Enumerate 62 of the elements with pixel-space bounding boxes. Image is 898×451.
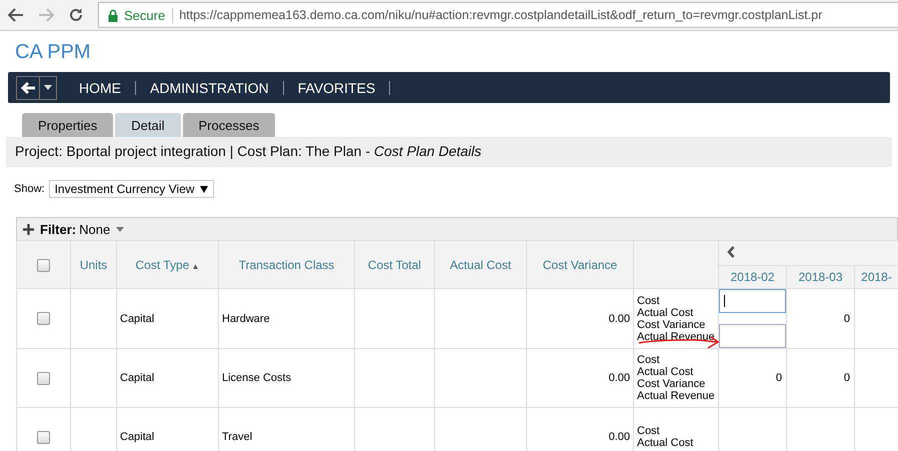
metric-label: Actual Cost (637, 306, 694, 318)
table-cell: 0 (844, 372, 850, 384)
url-text: https://cappmemea163.demo.ca.com/niku/nu#action:revmgr.costplandetailList&odf_return_to=revmgr.costplanList.pr (179, 8, 822, 22)
chevron-left-icon[interactable] (727, 246, 735, 258)
table-cell: Capital (120, 312, 154, 324)
period-header: 2018- (854, 266, 898, 288)
back-button[interactable] (16, 76, 40, 100)
page-heading: Project: Bportal project integration | Cost Plan: The Plan - Cost Plan Details (6, 137, 892, 167)
column-header[interactable]: Units (70, 240, 116, 288)
back-arrow-icon (20, 80, 36, 94)
table-cell: 0.00 (608, 312, 630, 324)
column-header[interactable]: Cost Type ▲ (116, 240, 218, 288)
column-header[interactable]: Cost Total (354, 240, 434, 288)
period-header: 2018-02 (718, 266, 786, 288)
column-header[interactable]: Cost Variance (526, 240, 634, 288)
table-cell: License Costs (222, 372, 292, 384)
caret-icon (44, 85, 52, 90)
amount-input-field[interactable] (719, 289, 786, 313)
nav-menu-item[interactable]: FAVORITES (282, 80, 390, 94)
caret-icon (200, 186, 208, 192)
metric-label: Cost Variance (637, 378, 706, 390)
table-cell: 0.00 (608, 431, 630, 443)
table-cell: Capital (120, 372, 154, 384)
caret-icon[interactable] (116, 226, 124, 232)
table-cell: 0.00 (608, 372, 630, 384)
column-header[interactable]: Transaction Class (218, 240, 354, 288)
metric-label: Cost (637, 354, 661, 366)
secure-label: Secure (124, 8, 174, 22)
tab[interactable]: Properties (22, 113, 114, 137)
metric-label: Actual Revenue (637, 390, 715, 402)
plus-icon[interactable] (23, 224, 34, 234)
metric-label: Cost (637, 425, 661, 437)
metric-label: Actual Cost (637, 366, 694, 378)
select-all-checkbox[interactable] (37, 258, 50, 272)
row-checkbox[interactable] (37, 372, 50, 384)
amount-input-field[interactable] (719, 324, 786, 348)
table-cell: 0 (844, 312, 850, 324)
table-cell: 0 (776, 372, 782, 384)
tab[interactable]: Detail (115, 113, 180, 137)
address-bar[interactable]: Secure https://cappmemea163.demo.ca.com/niku/nu#action:revmgr.costplandetailList&odf_return_to=revmgr.costplanList.pr (98, 2, 898, 28)
filter-value[interactable]: None (79, 222, 110, 236)
tab[interactable]: Processes (182, 113, 276, 137)
nav-menu-item[interactable]: HOME (65, 80, 135, 94)
metric-label: Cost Variance (637, 318, 706, 330)
back-arrow-icon[interactable] (8, 8, 24, 22)
table-cell: Travel (222, 431, 252, 443)
row-checkbox[interactable] (37, 430, 50, 444)
table-cell: Capital (120, 431, 154, 443)
metric-label: Cost (637, 294, 661, 306)
show-label: Show: (14, 183, 45, 195)
table-cell: Hardware (222, 312, 270, 324)
row-checkbox[interactable] (37, 312, 50, 325)
filter-label: Filter: (40, 222, 76, 236)
reload-icon[interactable] (68, 7, 84, 23)
lock-icon (108, 8, 118, 22)
metric-label: Actual Cost (637, 437, 694, 449)
history-dropdown-button[interactable] (40, 76, 57, 100)
app-title: CA PPM (14, 40, 92, 65)
view-select[interactable]: Investment Currency View (48, 180, 214, 198)
column-header[interactable]: Actual Cost (434, 240, 526, 288)
period-header: 2018-03 (786, 266, 854, 288)
nav-menu-item[interactable]: ADMINISTRATION (135, 80, 283, 94)
